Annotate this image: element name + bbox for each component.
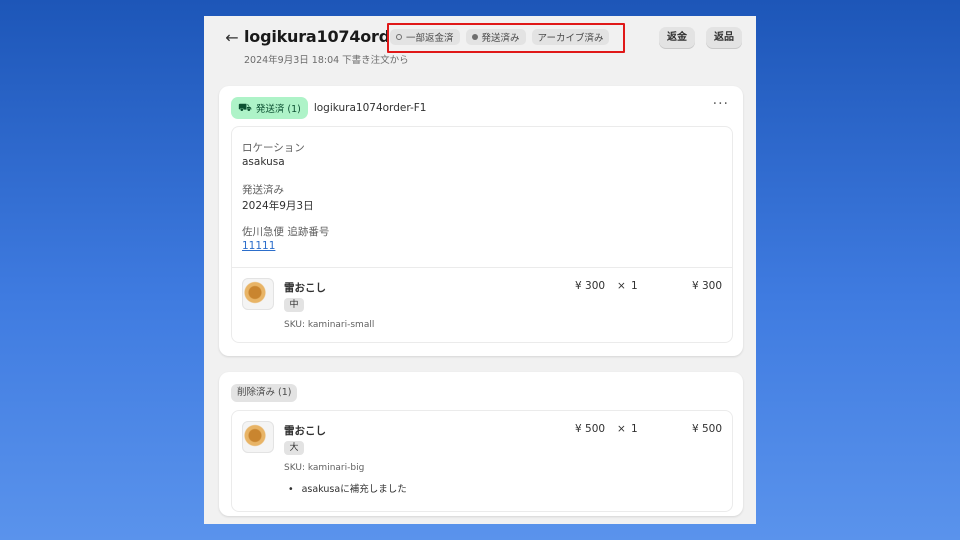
variant-badge: 中 bbox=[284, 298, 304, 312]
badge-highlight-box bbox=[387, 23, 625, 53]
product-thumbnail[interactable] bbox=[242, 421, 274, 453]
location-label: ロケーション bbox=[242, 142, 305, 154]
removed-status-badge: 削除済み (1) bbox=[231, 384, 298, 402]
product-thumbnail[interactable] bbox=[242, 278, 274, 310]
truck-icon: ⛟ bbox=[238, 100, 252, 114]
removed-items-card: 削除済み (1) 雷おこし 大 SKU: kaminari-big ¥ 500 … bbox=[219, 372, 743, 516]
product-name[interactable]: 雷おこし bbox=[284, 280, 326, 295]
sku-text: SKU: kaminari-big bbox=[284, 463, 365, 473]
fulfillment-details: ロケーション asakusa 発送済み 2024年9月3日 佐川急便 追跡番号 … bbox=[231, 126, 733, 267]
status-label: 発送済 (1) bbox=[255, 104, 301, 115]
return-button[interactable]: 返品 bbox=[706, 27, 742, 49]
tracking-label: 佐川急便 追跡番号 bbox=[242, 226, 330, 238]
fulfillment-card: ⛟ 発送済 (1) logikura1074order-F1 ··· ロケーショ… bbox=[219, 86, 743, 356]
location-value: asakusa bbox=[242, 156, 285, 168]
multiply-sign: × bbox=[617, 280, 626, 292]
order-date: 2024年9月3日 18:04 下書き注文から bbox=[244, 55, 409, 66]
page-title: logikura1074order bbox=[244, 27, 409, 46]
order-page: ← logikura1074order 一部返金済 発送済み アーカイブ済み 2… bbox=[204, 16, 756, 524]
line-total: ¥ 300 bbox=[691, 280, 722, 292]
shipped-label: 発送済み bbox=[242, 184, 284, 196]
quantity: 1 bbox=[631, 280, 638, 292]
refund-button[interactable]: 返金 bbox=[659, 27, 695, 49]
fulfilled-status-badge: ⛟ 発送済 (1) bbox=[231, 97, 308, 119]
quantity: 1 bbox=[631, 423, 638, 435]
arrow-left-icon[interactable]: ← bbox=[222, 28, 242, 48]
line-item: 雷おこし 大 SKU: kaminari-big ¥ 500 × 1 ¥ 500… bbox=[231, 410, 733, 512]
multiply-sign: × bbox=[617, 423, 626, 435]
shipped-date: 2024年9月3日 bbox=[242, 200, 314, 212]
restock-note: asakusaに補充しました bbox=[284, 481, 407, 495]
tracking-number-link[interactable]: 11111 bbox=[242, 240, 275, 252]
line-total: ¥ 500 bbox=[691, 423, 722, 435]
unit-price: ¥ 500 bbox=[575, 423, 606, 435]
sku-text: SKU: kaminari-small bbox=[284, 320, 375, 330]
variant-badge: 大 bbox=[284, 441, 304, 455]
line-item: 雷おこし 中 SKU: kaminari-small ¥ 300 × 1 ¥ 3… bbox=[231, 267, 733, 343]
more-horizontal-icon[interactable]: ··· bbox=[713, 96, 729, 112]
fulfillment-header: ⛟ 発送済 (1) logikura1074order-F1 bbox=[231, 97, 426, 119]
fulfillment-name: logikura1074order-F1 bbox=[313, 102, 427, 114]
unit-price: ¥ 300 bbox=[575, 280, 606, 292]
product-name[interactable]: 雷おこし bbox=[284, 423, 326, 438]
